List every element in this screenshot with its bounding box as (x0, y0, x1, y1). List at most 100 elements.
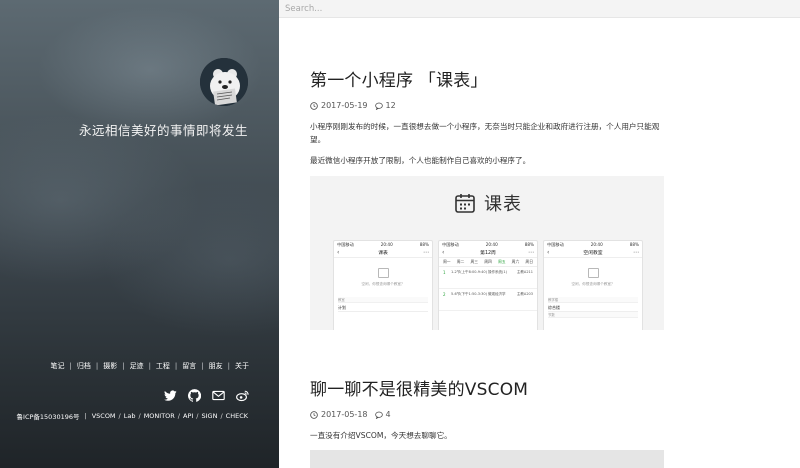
empty-state: 空闲，你想查询哪个教室？ (334, 268, 432, 287)
empty-box-icon (377, 268, 389, 278)
nav-separator: | (174, 362, 178, 370)
social-links (164, 389, 249, 402)
sidebar: 永远相信美好的事情即将发生 笔记 | 归档 | 摄影 | 足迹 | 工程 | 留… (0, 0, 279, 468)
footer-slash: / (138, 412, 141, 420)
nav-separator: | (122, 362, 125, 370)
more-icon: ⋯ (528, 249, 534, 256)
footer-link-api[interactable]: API (183, 412, 193, 420)
class-row: 2 5-6节(下午1:50-3:30) 微观经济学 主教A203 (439, 289, 537, 311)
nav-item-guestbook[interactable]: 留言 (182, 361, 196, 371)
weekday-tabs: 周一 周二 周三 周四 周五 周六 周日 (439, 258, 537, 267)
footer-link-monitor[interactable]: MONITOR (144, 412, 175, 420)
cover-title-text: 课表 (484, 194, 522, 215)
field-value: 综合楼 (548, 303, 638, 312)
clock-icon (310, 410, 318, 419)
footer-link-lab[interactable]: Lab (124, 412, 136, 420)
nav-separator: | (227, 362, 230, 370)
clock-icon (310, 101, 318, 110)
phone-form-section: 教室 计划 (334, 297, 432, 312)
nav-item-photography[interactable]: 摄影 (103, 361, 117, 371)
post-meta: 2017-05-19 12 (310, 101, 664, 110)
nav-separator: | (201, 362, 204, 370)
nav-item-notes[interactable]: 笔记 (50, 361, 64, 371)
weekday-tab: 周二 (456, 259, 465, 264)
icp-license-link[interactable]: 鲁ICP备15030196号 (17, 411, 80, 421)
phone-header: ‹ 空闲教室 ⋯ (544, 248, 642, 258)
class-info: 5-6节(下午1:50-3:30) 微观经济学 (451, 292, 506, 296)
post-card: 第一个小程序 「课表」 2017-05-19 12 小程序刚刚发布的时候，一直很… (310, 66, 664, 330)
footer-slash: / (118, 412, 121, 420)
comment-count[interactable]: 4 (386, 410, 391, 419)
phone-screenshot: 中国移动 20:40 88% ‹ 第12周 ⋯ 周一 周二 周三 周四 周五 周… (438, 240, 538, 330)
weibo-icon[interactable] (236, 389, 249, 402)
weekday-tab: 周一 (443, 259, 451, 264)
post-excerpt: 小程序刚刚发布的时候，一直很想去做一个小程序，无奈当时只能企业和政府进行注册，个… (310, 120, 664, 167)
phone-screenshot: 中国移动 20:40 88% ‹ 课表 ⋯ 空闲，你想查询哪个教室？ 教室 计划 (333, 240, 433, 330)
class-number: 2 (443, 292, 446, 297)
calendar-icon (454, 192, 476, 214)
class-room: 主教A203 (516, 292, 533, 296)
post-card: 聊一聊不是很精美的VSCOM 2017-05-18 4 一直没有介绍VSCOM，… (310, 375, 664, 468)
avatar[interactable] (200, 58, 248, 106)
github-icon[interactable] (188, 389, 201, 402)
phone-form-section: 教学楼 综合楼 节数 (544, 297, 642, 318)
footer-link-check[interactable]: CHECK (226, 412, 248, 420)
post-meta: 2017-05-18 4 (310, 410, 664, 419)
footer-link-vscom[interactable]: VSCOM (92, 412, 116, 420)
twitter-icon[interactable] (164, 389, 177, 402)
class-room: 主教A211 (516, 270, 533, 274)
search-input[interactable] (285, 3, 785, 15)
main-nav: 笔记 | 归档 | 摄影 | 足迹 | 工程 | 留言 | 朋友 | 关于 (50, 361, 249, 371)
empty-text: 空闲，你想查询哪个教室？ (361, 282, 405, 286)
footer-slash: / (177, 412, 180, 420)
class-number: 1 (443, 270, 446, 275)
phone-header-title: 课表 (378, 251, 388, 256)
comment-count[interactable]: 12 (386, 101, 396, 110)
phone-header-title: 第12周 (480, 251, 496, 256)
more-icon: ⋯ (633, 249, 639, 256)
back-icon: ‹ (337, 249, 340, 256)
post-date: 2017-05-19 (321, 101, 368, 110)
mail-icon[interactable] (212, 389, 225, 402)
nav-separator: | (148, 362, 151, 370)
excerpt-paragraph: 一直没有介绍VSCOM，今天想去聊聊它。 (310, 431, 452, 440)
weekday-tab: 周日 (525, 259, 533, 264)
footer-slash: / (220, 412, 223, 420)
phone-header-title: 空闲教室 (583, 251, 603, 256)
post-cover-image[interactable] (310, 450, 664, 468)
comment-icon (374, 411, 383, 419)
back-icon: ‹ (442, 249, 445, 256)
phone-header: ‹ 第12周 ⋯ (439, 248, 537, 258)
post-cover-image[interactable]: 课表 中国移动 20:40 88% ‹ 课表 ⋯ 空闲，你想查询哪个教室？ 教室… (310, 176, 664, 330)
cover-title: 课表 (454, 190, 522, 216)
post-title[interactable]: 第一个小程序 「课表」 (310, 66, 664, 91)
nav-separator: | (95, 362, 99, 370)
nav-separator: | (69, 362, 72, 370)
nav-item-projects[interactable]: 工程 (156, 361, 170, 371)
post-title[interactable]: 聊一聊不是很精美的VSCOM (310, 375, 664, 400)
footer-slash: / (196, 412, 199, 420)
weekday-tab: 周三 (470, 259, 479, 264)
phone-header: ‹ 课表 ⋯ (334, 248, 432, 258)
search-bar (279, 0, 800, 18)
weekday-tab-active: 周五 (497, 259, 506, 264)
nav-item-about[interactable]: 关于 (235, 361, 249, 371)
empty-text: 空闲，你想查询哪个教室？ (571, 282, 615, 286)
weekday-tab: 周四 (484, 259, 492, 264)
excerpt-paragraph: 最近微信小程序开放了限制，个人也能制作自己喜欢的小程序了。 (310, 156, 531, 165)
empty-state: 空闲，你想查询哪个教室？ (544, 268, 642, 287)
nav-item-archive[interactable]: 归档 (77, 361, 91, 371)
class-row: 1 1-2节(上午8:00-9:40) 操作系统(1) 主教A211 (439, 267, 537, 289)
nav-item-friends[interactable]: 朋友 (209, 361, 223, 371)
footer-link-sign[interactable]: SIGN (202, 412, 218, 420)
empty-box-icon (587, 268, 599, 278)
bear-avatar-icon (200, 58, 248, 106)
profile-motto: 永远相信美好的事情即将发生 (78, 123, 248, 138)
footer-separator: | (84, 412, 87, 420)
phone-screenshot: 中国移动 20:40 88% ‹ 空闲教室 ⋯ 空闲，你想查询哪个教室？ 教学楼… (543, 240, 643, 330)
comment-icon (374, 102, 383, 110)
nav-item-footprints[interactable]: 足迹 (130, 361, 144, 371)
post-excerpt: 一直没有介绍VSCOM，今天想去聊聊它。 (310, 429, 664, 442)
field-label: 节数 (548, 312, 638, 318)
weekday-tab: 周六 (511, 259, 520, 264)
